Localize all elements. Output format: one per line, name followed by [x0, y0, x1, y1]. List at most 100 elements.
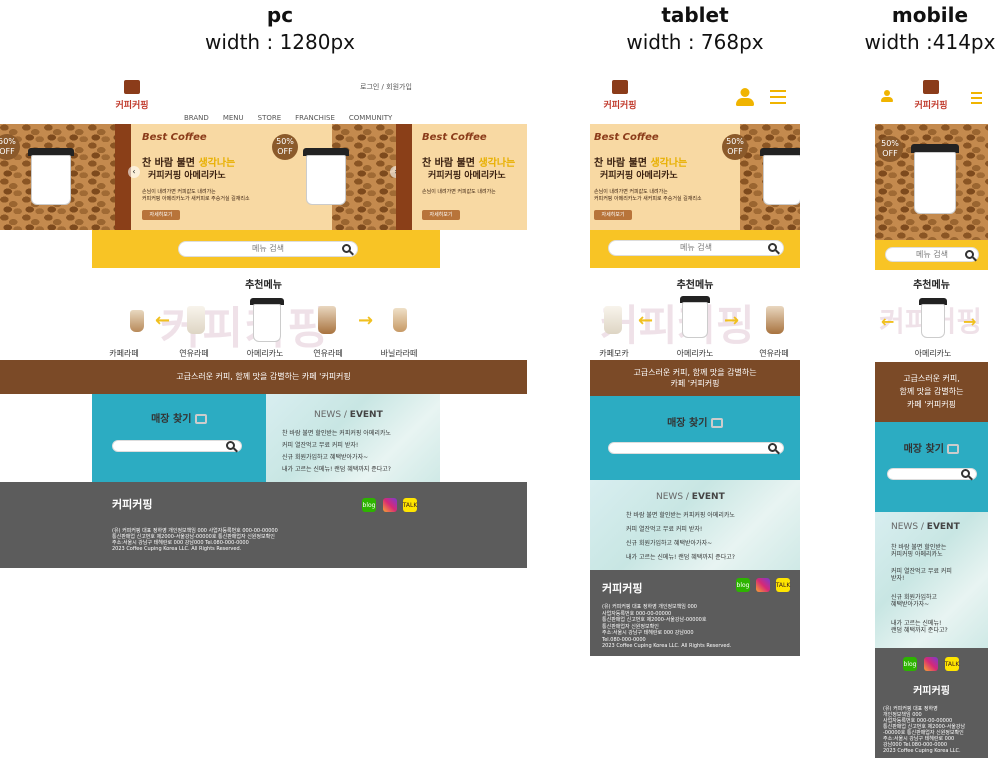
blog-icon[interactable]: blog [736, 578, 750, 592]
chevron-right-icon[interactable]: → [358, 310, 373, 331]
nav-community[interactable]: COMMUNITY [349, 114, 392, 122]
tablet-search-input[interactable]: 메뉴 검색 [608, 240, 784, 256]
news-item[interactable]: 커피 열잔먹고 무료 커피 받자! [891, 568, 952, 582]
menu-item-label[interactable]: 연유라떼 [308, 348, 348, 359]
news-item[interactable]: 신규 회원가입하고 혜택받아가자~ [626, 538, 712, 547]
instagram-icon[interactable] [924, 657, 938, 671]
blog-icon[interactable]: blog [903, 657, 917, 671]
banner-more-button[interactable]: 자세히보기 [142, 210, 180, 220]
news-item[interactable]: 신규 회원가입하고 혜택받아가자~ [282, 452, 368, 461]
drink-image [921, 304, 945, 338]
drink-image [604, 306, 622, 334]
store-search-input[interactable] [112, 440, 242, 452]
search-icon[interactable] [226, 441, 235, 450]
kakaotalk-icon[interactable]: TALK [776, 578, 790, 592]
pc-mockup: 커피커핑 로그인 / 회원가입 BRAND MENU STORE FRANCHISE C… [0, 70, 527, 570]
login-link[interactable]: 로그인 / 회원가입 [360, 82, 412, 92]
news-item[interactable]: 신규 회원가입하고 혜택받아가자~ [891, 594, 937, 608]
nav-store[interactable]: STORE [258, 114, 282, 122]
mobile-column-title: mobile [891, 3, 969, 27]
banner-body-2: 커피커핑 아메리카노가 새커피로 주승거실 길재리소 [594, 196, 702, 202]
person-icon[interactable] [736, 88, 754, 106]
mobile-column-width: width :414px [864, 30, 996, 54]
footer-logo: 커피커핑 [913, 686, 950, 697]
news-item[interactable]: 내가 고르는 신메뉴! 랜덤 혜택까지 준다고? [282, 464, 391, 473]
store-search-input[interactable] [608, 442, 784, 454]
chevron-left-icon[interactable]: ‹ [128, 166, 140, 178]
banner-more-button-2[interactable]: 자세히보기 [422, 210, 460, 220]
menu-item-label[interactable]: 아메리카노 [905, 348, 961, 359]
chevron-right-icon[interactable]: → [724, 310, 739, 331]
cup-image [763, 155, 800, 205]
blog-icon[interactable]: blog [362, 498, 376, 512]
drink-image [766, 306, 784, 334]
store-title: 매장 찾기 [590, 414, 800, 429]
news-item[interactable]: 내가 고르는 신메뉴! 랜덤 혜택까지 준다고? [626, 552, 735, 561]
mobile-logo[interactable]: 커피커핑 [911, 78, 951, 118]
person-icon[interactable] [881, 90, 893, 102]
menu-item-label[interactable]: 아메리카노 [240, 348, 290, 359]
pc-footer: 커피커핑 blog TALK (유) 커피커핑 대표 정하영 개인정보책임 00… [0, 482, 527, 568]
chevron-right-icon[interactable]: → [963, 312, 976, 331]
banner-stripe [115, 124, 131, 230]
banner-headline-4: 커피커핑 아메리카노 [428, 171, 506, 181]
hamburger-icon[interactable] [971, 92, 982, 108]
news-item[interactable]: 찬 바람 불면 할인받는 커피커핑 아메리카노 [891, 544, 946, 558]
hamburger-icon[interactable] [770, 90, 786, 108]
banner-headline-2: 커피커핑 아메리카노 [600, 171, 678, 181]
news-item[interactable]: 찬 바람 불면 할인받는 커피커핑 아메리카노 [282, 428, 391, 437]
drink-image [253, 304, 281, 342]
news-title: NEWS / EVENT [314, 410, 383, 420]
search-icon[interactable] [961, 469, 970, 478]
news-title: NEWS / EVENT [891, 522, 960, 532]
nav-brand[interactable]: BRAND [184, 114, 209, 122]
pc-logo[interactable]: 커피커핑 [112, 78, 152, 118]
nav-menu[interactable]: MENU [223, 114, 244, 122]
tablet-slogan: 고급스러운 커피, 함께 맛을 감별하는 카페 '커피커핑 [590, 360, 800, 396]
grinder-icon [923, 80, 939, 94]
store-icon [710, 418, 723, 428]
menu-item-label[interactable]: 카페모카 [594, 348, 634, 359]
news-item[interactable]: 커피 열잔먹고 무료 커피 받자! [282, 440, 358, 449]
instagram-icon[interactable] [383, 498, 397, 512]
watermark: 커피커핑 [160, 303, 330, 354]
chevron-left-icon[interactable]: ← [638, 310, 653, 331]
menu-item-label[interactable]: 아메리카노 [670, 348, 720, 359]
search-icon[interactable] [342, 244, 351, 253]
kakaotalk-icon[interactable]: TALK [945, 657, 959, 671]
pc-slogan: 고급스러운 커피, 함께 맛을 감별하는 카페 '커피커핑 [0, 360, 527, 394]
chevron-left-icon[interactable]: ← [881, 312, 894, 331]
nav-franchise[interactable]: FRANCHISE [295, 114, 335, 122]
pc-search-section: 메뉴 검색 [92, 230, 440, 268]
banner-headline-2: 커피커핑 아메리카노 [148, 171, 226, 181]
drink-image [130, 310, 144, 332]
footer-logo: 커피커핑 [602, 582, 643, 595]
grinder-icon [124, 80, 140, 94]
news-item[interactable]: 찬 바람 불면 할인받는 커피커핑 아메리카노 [626, 510, 735, 519]
menu-item-label[interactable]: 카페라떼 [104, 348, 144, 359]
tablet-store-section: 매장 찾기 [590, 396, 800, 480]
menu-item-label[interactable]: 연유라떼 [174, 348, 214, 359]
menu-item-label[interactable]: 연유라떼 [754, 348, 794, 359]
search-icon[interactable] [768, 243, 777, 252]
search-icon[interactable] [965, 250, 974, 259]
drink-image [187, 306, 205, 334]
chevron-left-icon[interactable]: ← [155, 310, 170, 331]
instagram-icon[interactable] [756, 578, 770, 592]
menu-item-label[interactable]: 바닐라라떼 [376, 348, 422, 359]
banner-more-button[interactable]: 자세히보기 [594, 210, 632, 220]
mobile-search-section: 메뉴 검색 [875, 240, 988, 270]
mobile-banner: 50% OFF [875, 124, 988, 240]
pc-column-title: pc [266, 3, 294, 27]
tablet-logo[interactable]: 커피커핑 [600, 78, 640, 118]
mobile-recommend-title: 추천메뉴 [913, 280, 950, 291]
kakaotalk-icon[interactable]: TALK [403, 498, 417, 512]
banner-body-1: 손님이 내려가면 커피값도 내려가는 [142, 189, 216, 195]
pc-search-input[interactable]: 메뉴 검색 [178, 241, 358, 257]
search-icon[interactable] [768, 443, 777, 452]
footer-info: (유) 커피커핑 대표 정하영 개인정보책임 000 사업자등록번호 000-00… [602, 604, 732, 649]
pc-banner: 50% OFF Best Coffee 찬 바람 불면 생각나는 커피커핑 아메리… [0, 124, 527, 230]
news-item[interactable]: 커피 열잔먹고 무료 커피 받자! [626, 524, 702, 533]
footer-info: (유) 커피커핑 대표 정하영 개인정보책임 000 사업자등록번호 000-00-… [883, 706, 966, 754]
news-item[interactable]: 내가 고르는 신메뉴! 랜덤 혜택까지 준다고? [891, 620, 948, 634]
